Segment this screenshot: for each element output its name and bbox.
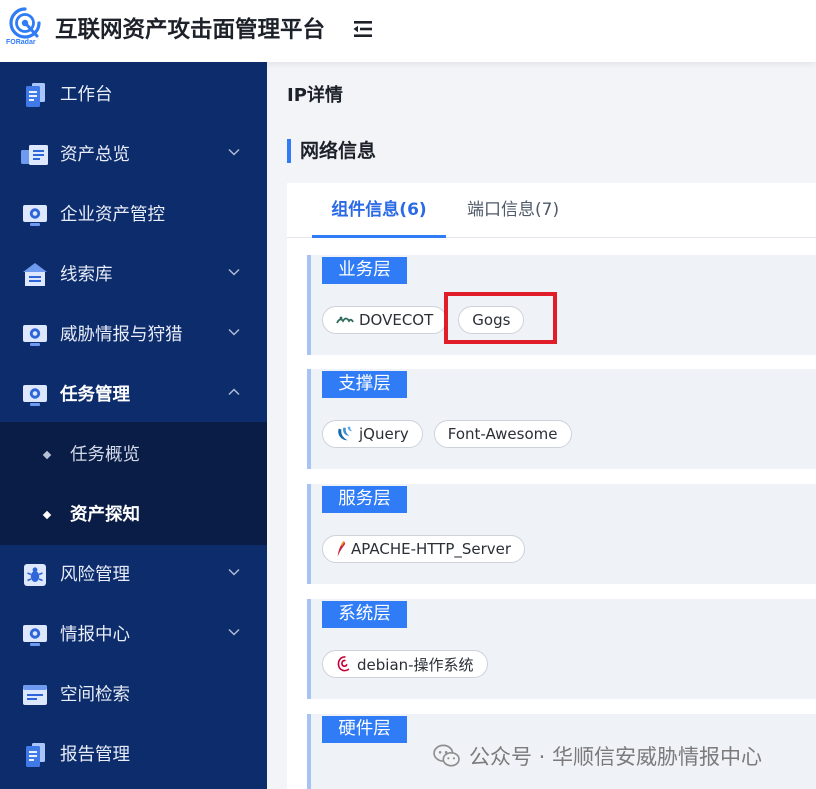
- sidebar-item-label: 任务管理: [60, 385, 130, 405]
- component-name: debian-操作系统: [357, 655, 474, 674]
- chevron-down-icon: [228, 628, 240, 636]
- sidebar-item-report-management[interactable]: 报告管理: [0, 725, 267, 785]
- section-title: 网络信息: [300, 140, 377, 162]
- sidebar-item-space-search[interactable]: 空间检索: [0, 665, 267, 725]
- component-list: debian-操作系统: [322, 650, 488, 678]
- component-chip-gogs[interactable]: Gogs: [458, 306, 525, 334]
- component-list: DOVECOT Gogs: [322, 306, 525, 334]
- layer-tag: 服务层: [322, 486, 407, 513]
- sidebar-item-intel-center[interactable]: 情报中心: [0, 605, 267, 665]
- radar-logo-icon: [9, 7, 41, 39]
- sidebar-subitem-asset-discovery[interactable]: 资产探知: [0, 485, 267, 545]
- component-chip-dovecot[interactable]: DOVECOT: [322, 306, 448, 334]
- chevron-down-icon: [228, 328, 240, 336]
- sidebar-item-risk-management[interactable]: 风险管理: [0, 545, 267, 605]
- document-icon: [26, 83, 45, 107]
- wechat-icon: [433, 744, 460, 767]
- layer-tag: 系统层: [322, 601, 407, 628]
- component-chip-debian[interactable]: debian-操作系统: [322, 650, 488, 678]
- sidebar-item-label: 报告管理: [60, 745, 130, 765]
- component-name: APACHE-HTTP_Server: [351, 540, 512, 558]
- sidebar-item-label: 情报中心: [60, 625, 130, 645]
- sidebar-item-label: 空间检索: [60, 685, 130, 705]
- monitor-icon: [23, 205, 47, 226]
- sidebar-item-label: 资产总览: [60, 145, 130, 165]
- component-chip-font-awesome[interactable]: Font-Awesome: [433, 420, 572, 448]
- component-list: jQuery Font-Awesome: [322, 420, 572, 448]
- component-name: Gogs: [472, 311, 511, 329]
- layer-system: 系统层 debian-操作系统: [307, 599, 816, 699]
- component-name: Font-Awesome: [447, 425, 558, 443]
- bug-icon: [24, 564, 46, 586]
- sidebar-item-asset-overview[interactable]: 资产总览: [0, 125, 267, 185]
- sidebar-item-enterprise-asset-control[interactable]: 企业资产管控: [0, 185, 267, 245]
- sidebar-subitem-label: 资产探知: [70, 505, 140, 525]
- document-icon: [26, 743, 45, 767]
- monitor-icon: [23, 625, 47, 646]
- tab-component-info[interactable]: 组件信息(6): [312, 183, 446, 238]
- apache-feather-icon: [337, 540, 346, 557]
- sidebar-item-label: 企业资产管控: [60, 205, 165, 225]
- monitor-icon: [23, 385, 47, 406]
- dovecot-icon: [336, 316, 354, 324]
- tab-bar: 组件信息(6) 端口信息(7): [287, 183, 816, 238]
- sidebar-item-label: 威胁情报与狩猎: [60, 325, 183, 345]
- section-accent-bar: [287, 139, 291, 163]
- component-list: APACHE-HTTP_Server: [322, 535, 526, 563]
- jquery-icon: [338, 426, 353, 441]
- sidebar: 工作台 资产总览 企业资产管控 线索库 威胁情报与狩猎 任务管理 任务概览 资产…: [0, 62, 267, 789]
- chevron-down-icon: [228, 568, 240, 576]
- sidebar-item-label: 风险管理: [60, 565, 130, 585]
- bullet-icon: [42, 510, 52, 520]
- sidebar-item-workbench[interactable]: 工作台: [0, 65, 267, 125]
- task-management-submenu: 任务概览 资产探知: [0, 422, 267, 545]
- collapse-menu-icon[interactable]: [353, 21, 373, 37]
- sidebar-subitem-label: 任务概览: [70, 445, 140, 465]
- house-icon: [23, 263, 47, 286]
- sidebar-item-task-management[interactable]: 任务管理: [0, 365, 267, 425]
- chevron-down-icon: [228, 148, 240, 156]
- tab-port-info[interactable]: 端口信息(7): [467, 183, 559, 238]
- page-title: IP详情: [287, 85, 343, 106]
- debian-icon: [337, 656, 350, 672]
- layer-support: 支撑层 jQuery Font-Awesome: [307, 369, 816, 469]
- component-chip-apache-http-server[interactable]: APACHE-HTTP_Server: [322, 535, 526, 563]
- chevron-up-icon: [228, 388, 240, 396]
- top-header: FORadar 互联网资产攻击面管理平台: [0, 0, 816, 62]
- app-title: 互联网资产攻击面管理平台: [55, 17, 326, 43]
- component-chip-jquery[interactable]: jQuery: [322, 420, 423, 448]
- sidebar-item-clue-library[interactable]: 线索库: [0, 245, 267, 305]
- chevron-down-icon: [228, 268, 240, 276]
- layer-tag: 业务层: [322, 257, 407, 284]
- watermark-text: 公众号 · 华顺信安威胁情报中心: [469, 745, 763, 769]
- sidebar-item-threat-intel-hunting[interactable]: 威胁情报与狩猎: [0, 305, 267, 365]
- panel-icon: [23, 685, 47, 705]
- sidebar-item-label: 工作台: [60, 85, 113, 105]
- layer-service: 服务层 APACHE-HTTP_Server: [307, 484, 816, 584]
- component-name: jQuery: [359, 425, 409, 443]
- logo-text: FORadar: [6, 39, 36, 46]
- watermark: 公众号 · 华顺信安威胁情报中心: [433, 742, 762, 770]
- bullet-icon: [42, 450, 52, 460]
- network-info-card: 组件信息(6) 端口信息(7) 业务层 DOVECOT Gogs 支撑层 jQu…: [287, 183, 816, 789]
- layer-tag: 支撑层: [322, 371, 407, 398]
- sidebar-subitem-task-overview[interactable]: 任务概览: [0, 425, 267, 485]
- component-name: DOVECOT: [359, 311, 434, 329]
- layer-business: 业务层 DOVECOT Gogs: [307, 255, 816, 355]
- monitor-icon: [23, 325, 47, 346]
- layer-tag: 硬件层: [322, 716, 407, 743]
- cards-icon: [21, 145, 48, 165]
- sidebar-item-label: 线索库: [60, 265, 113, 285]
